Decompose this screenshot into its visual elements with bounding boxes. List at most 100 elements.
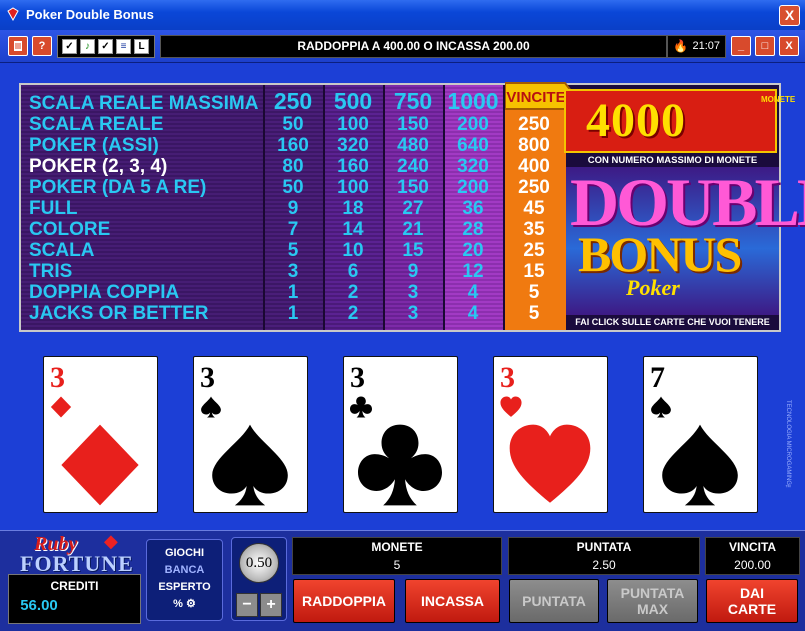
paytable-win-value: 5 [528,282,540,303]
double-bonus-logo: DOUBLE BONUS Poker [566,164,805,315]
paytable-value: 3 [407,303,419,324]
puntata-display: PUNTATA 2.50 [508,537,700,575]
card-rank: 3 [50,361,65,394]
paytable-value: 15 [402,240,424,261]
status-message: RADDOPPIA A 400.00 O INCASSA 200.00 [160,35,667,58]
dai-carte-line1: DAI [739,585,765,601]
dai-carte-button[interactable]: DAI CARTE [706,579,798,623]
mode-esperto[interactable]: ESPERTO [147,579,222,596]
logo-poker: Poker [626,275,680,300]
game-close-button[interactable]: X [779,36,799,56]
playing-card-5[interactable]: 7 [643,356,758,513]
copyright-text: TECNOLOGIA MICROGAMING™ [785,400,791,492]
paytable-value: 1 [287,303,299,324]
mode-selector: GIOCHI BANCA ESPERTO % ⚙ [146,539,223,621]
paytable-value: 28 [462,219,484,240]
puntata-max-line2: MAX [636,601,669,617]
paytable-win-value: 400 [518,156,550,177]
credits-label: CREDITI [50,579,99,593]
option-l-button[interactable]: L [134,39,149,54]
paytable-value: 50 [282,114,304,135]
paytable-hand-name: TRIS [29,261,73,282]
paytable: SCALA REALE MASSIMA 250 500 750 1000 SCALA RE… [19,82,805,332]
ruby-gem-icon: ◆ [104,531,118,551]
paytable-hand-name: POKER (2, 3, 4) [29,156,168,177]
paytable-value: 200 [457,177,489,198]
stats-icon[interactable]: ≡ [116,39,131,54]
paytable-value: 2 [347,303,359,324]
paytable-value: 9 [407,261,419,282]
monete-value: 5 [393,558,401,572]
spade-suit-small-icon [651,396,671,418]
paytable-hand-name: SCALA [29,240,95,261]
paytable-value: 160 [277,135,309,156]
playing-card-1[interactable]: 3 [43,356,158,513]
card-rank: 3 [350,361,365,394]
diamond-suit-icon [61,424,139,506]
ruby-fortune-logo: Ruby ◆ FORTUNE [20,531,140,578]
paytable-hand-name: POKER (ASSI) [29,135,159,156]
paytable-win-value: 800 [518,135,550,156]
paytable-value: 14 [342,219,364,240]
paytable-value: 100 [337,177,369,198]
window-close-button[interactable]: X [779,5,800,26]
playing-card-3[interactable]: 3 [343,356,458,513]
dai-carte-line2: CARTE [727,601,777,617]
paytable-value: 12 [462,261,484,282]
paytable-value: 640 [457,135,489,156]
paytable-value: 50 [282,177,304,198]
minimize-button[interactable]: _ [731,36,751,56]
puntata-value: 2.50 [592,558,616,572]
coin-minus-button[interactable]: − [236,593,258,617]
control-panel: Ruby ◆ FORTUNE CREDITI 56.00 GIOCHI BANC… [0,530,805,631]
coin-selector: 0.50 − + [231,537,287,621]
vincita-label: VINCITA [728,540,777,554]
coin-value[interactable]: 0.50 [239,543,279,583]
diamond-suit-small-icon [50,396,72,418]
mode-banca[interactable]: BANCA [147,562,222,579]
vincite-label: VINCITE [506,89,565,106]
credits-display: CREDITI 56.00 [8,574,141,624]
clock: 🔥 21:07 [667,35,726,58]
paytable-win-value: 45 [523,198,545,219]
paytable-value: 4 [467,303,479,324]
paytable-value: 10 [342,240,364,261]
puntata-button[interactable]: PUNTATA [509,579,599,623]
title-bar: Poker Double Bonus X [0,0,805,30]
paytable-value: 500 [333,88,373,114]
playing-card-2[interactable]: 3 [193,356,308,513]
paytable-value: 27 [402,198,424,219]
menu-icon[interactable] [8,36,28,56]
paytable-value: 21 [402,219,424,240]
playing-card-4[interactable]: 3 [493,356,608,513]
paytable-value: 80 [282,156,304,177]
mode-giochi[interactable]: GIOCHI [147,545,222,562]
help-button[interactable]: ? [32,36,52,56]
paytable-hand-name: JACKS OR BETTER [29,303,209,324]
heart-suit-icon [509,424,591,503]
card-rank: 3 [200,361,215,394]
incassa-button[interactable]: INCASSA [405,579,500,623]
coin-plus-button[interactable]: + [260,593,282,617]
document-icon [14,41,22,51]
paytable-value: 20 [462,240,484,261]
paytable-value: 150 [397,177,429,198]
settings-check-icon[interactable]: ✓ [98,39,113,54]
raddoppia-button[interactable]: RADDOPPIA [293,579,395,623]
card-rank: 3 [500,361,515,394]
paytable-hand-name: DOPPIA COPPIA [29,282,180,303]
puntata-max-button[interactable]: PUNTATA MAX [607,579,698,623]
mode-icons[interactable]: % ⚙ [147,596,222,613]
maximize-button[interactable]: □ [755,36,775,56]
paytable-win-value: 35 [523,219,545,240]
jackpot-amount: 4000 [586,94,686,147]
spade-suit-small-icon [201,396,221,418]
paytable-value: 5 [287,240,299,261]
paytable-value: 320 [337,135,369,156]
window-title: Poker Double Bonus [26,7,154,22]
sound-icon[interactable]: ♪ [80,39,95,54]
paytable-value: 150 [397,114,429,135]
option-check-icon[interactable]: ✓ [62,39,77,54]
paytable-value: 6 [347,261,359,282]
paytable-hand-name: SCALA REALE [29,114,164,135]
